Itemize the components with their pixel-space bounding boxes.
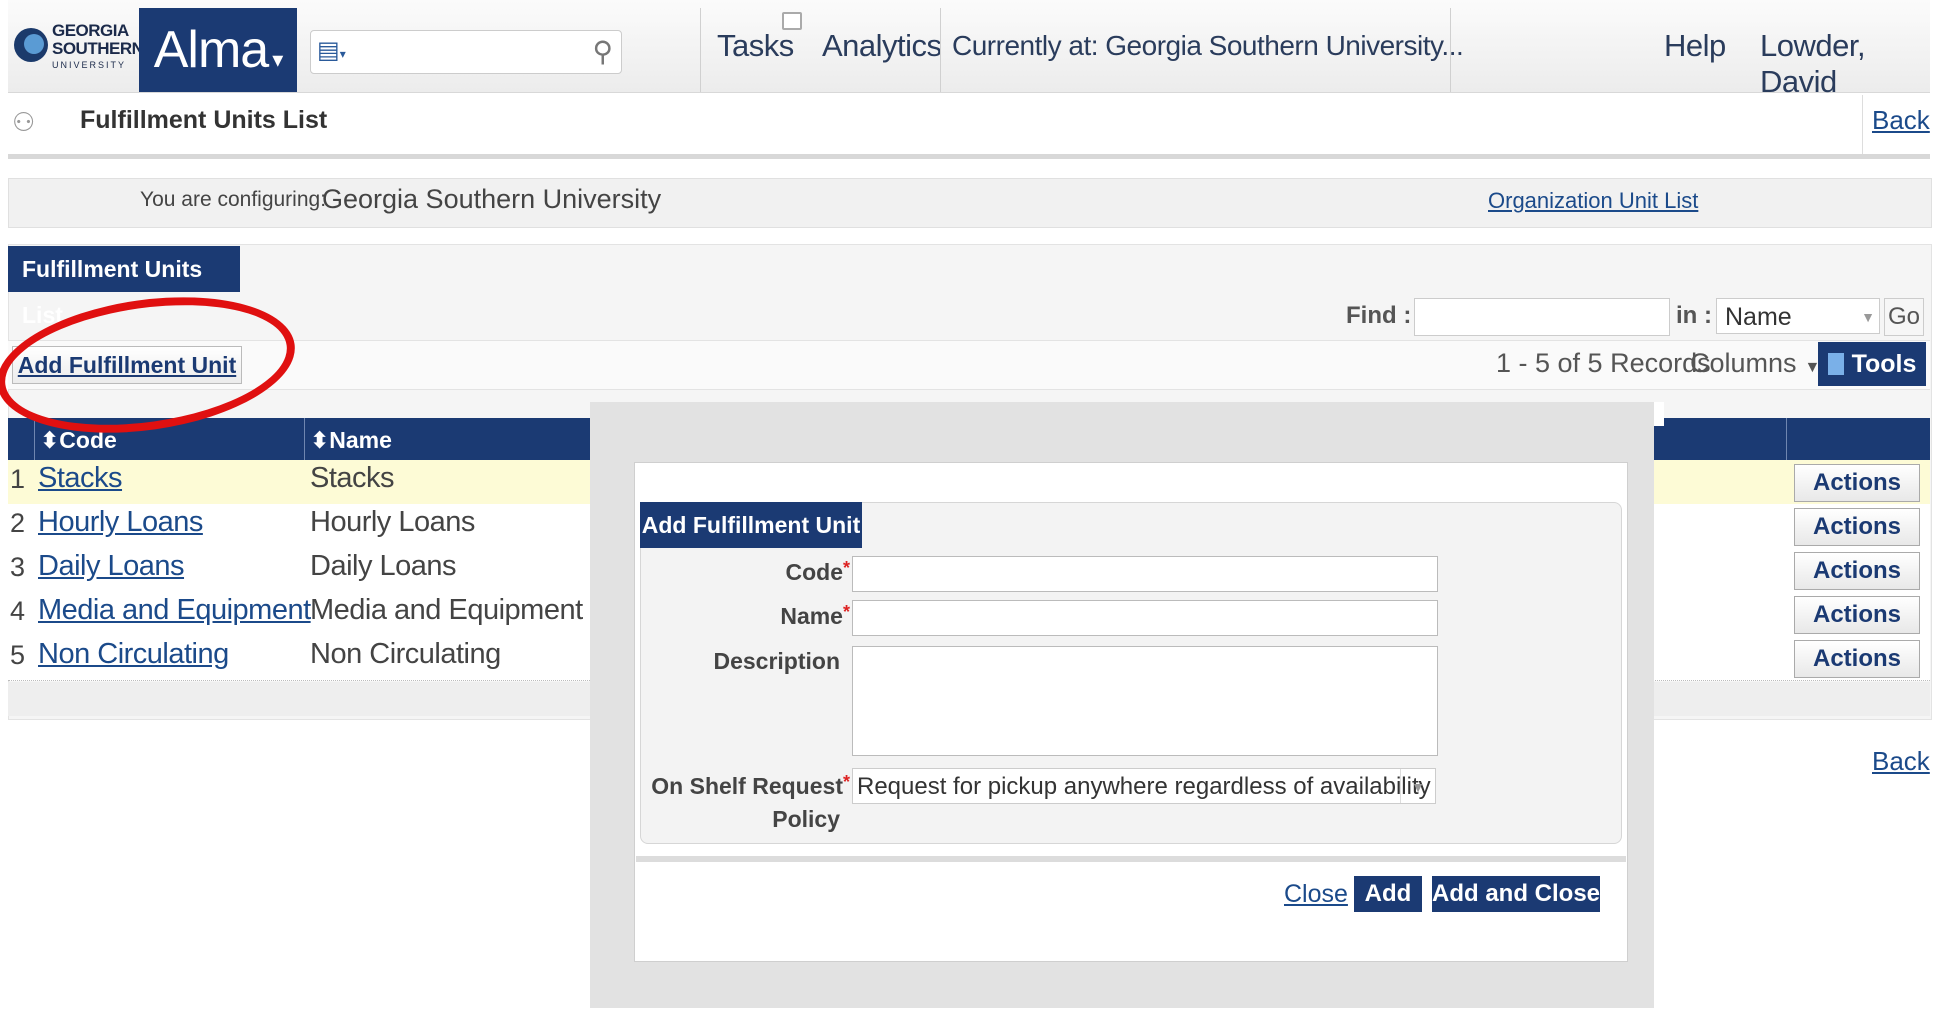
back-link[interactable]: Back [1872,105,1930,136]
row-name: Non Circulating [310,638,501,670]
policy-label-line2: Policy [772,806,840,832]
nav-divider [1450,8,1451,92]
row-code-link[interactable]: Non Circulating [38,638,229,671]
required-marker: * [842,558,850,578]
sort-icon: ⬍ [310,427,330,453]
tasks-flag-icon[interactable] [782,12,802,30]
actions-button[interactable]: Actions [1794,640,1920,678]
title-underline [8,154,1930,159]
go-button[interactable]: Go [1884,298,1924,336]
description-field[interactable] [852,646,1438,756]
name-field[interactable] [852,600,1438,636]
university-logo[interactable]: GEORGIA SOUTHERN UNIVERSITY [14,20,144,78]
help-link[interactable]: Help [1664,28,1726,64]
header-divider [34,418,35,460]
description-label: Description [713,648,840,674]
row-number: 5 [10,640,26,670]
name-column-header[interactable]: ⬍Name [310,420,392,460]
in-label: in : [1676,302,1712,329]
columns-label: Columns [1690,348,1797,378]
tools-icon [1827,353,1844,375]
configuring-label: You are configuring: [140,188,327,211]
code-field[interactable] [852,556,1438,592]
row-code-link[interactable]: Daily Loans [38,550,185,583]
actions-button[interactable]: Actions [1794,552,1920,590]
users-icon: ⚇ [12,107,36,137]
user-menu[interactable]: Lowder, David [1760,28,1937,100]
alma-app-menu[interactable]: Alma ▾ [139,8,297,92]
row-name: Hourly Loans [310,506,475,538]
configuring-value: Georgia Southern University [322,184,662,214]
dropdown-arrow-icon: ▼ [1400,769,1435,803]
row-number: 4 [10,596,26,626]
name-label: Name* [780,602,850,629]
find-label: Find : [1346,302,1412,329]
row-name: Stacks [310,462,395,494]
logo-subtext: UNIVERSITY [52,60,127,70]
row-name: Media and Equipment [310,594,583,626]
page-title: Fulfillment Units List [80,106,328,134]
tools-button[interactable]: Tools [1818,342,1926,386]
add-and-close-button[interactable]: Add and Close [1432,876,1600,912]
policy-selected-value: Request for pickup anywhere regardless o… [857,773,1431,800]
logo-text: GEORGIA SOUTHERN [52,21,144,58]
close-link[interactable]: Close [1284,880,1348,909]
on-shelf-request-policy-select[interactable]: Request for pickup anywhere regardless o… [852,768,1436,804]
sort-icon: ⬍ [40,427,60,453]
chevron-down-icon: ▾ [272,47,283,72]
back-link-bottom[interactable]: Back [1872,746,1930,777]
actions-button[interactable]: Actions [1794,596,1920,634]
list-tab[interactable]: Fulfillment Units List [8,246,240,328]
modal-tab[interactable]: Add Fulfillment Unit [640,502,862,548]
columns-menu[interactable]: Columns ▼ [1690,348,1820,379]
search-field-value: Name [1725,303,1792,331]
logo-emblem-icon [14,28,48,62]
dropdown-arrow-icon: ▼ [1861,309,1875,325]
search-input[interactable]: ▤▾ ⚲ [310,30,622,74]
nav-divider [700,8,701,92]
find-input[interactable] [1414,298,1670,336]
nav-divider [940,8,941,92]
actions-button[interactable]: Actions [1794,464,1920,502]
row-number: 1 [10,464,26,494]
code-label: Code* [785,558,850,585]
row-number: 2 [10,508,26,538]
actions-button[interactable]: Actions [1794,508,1920,546]
header-divider [304,418,305,460]
tools-label: Tools [1851,350,1917,378]
title-divider [1862,95,1863,155]
add-button[interactable]: Add [1354,876,1422,912]
tasks-link[interactable]: Tasks [717,28,794,64]
required-marker: * [842,772,850,792]
current-location-link[interactable]: Currently at: Georgia Southern Universit… [952,30,1464,62]
required-marker: * [842,602,850,622]
row-code-link[interactable]: Media and Equipment [38,594,311,627]
modal-divider [636,856,1626,862]
row-code-link[interactable]: Stacks [38,462,123,495]
search-icon[interactable]: ⚲ [592,35,613,68]
row-name: Daily Loans [310,550,457,582]
organization-unit-list-link[interactable]: Organization Unit List [1488,188,1698,214]
records-count: 1 - 5 of 5 Records [1496,348,1711,378]
analytics-link[interactable]: Analytics [822,28,942,64]
catalog-dropdown-icon[interactable]: ▤▾ [317,37,346,65]
header-divider [1786,418,1787,460]
row-number: 3 [10,552,26,582]
policy-label: On Shelf Request* [651,772,850,799]
row-code-link[interactable]: Hourly Loans [38,506,203,539]
search-field-select[interactable]: Name ▼ [1716,298,1880,334]
